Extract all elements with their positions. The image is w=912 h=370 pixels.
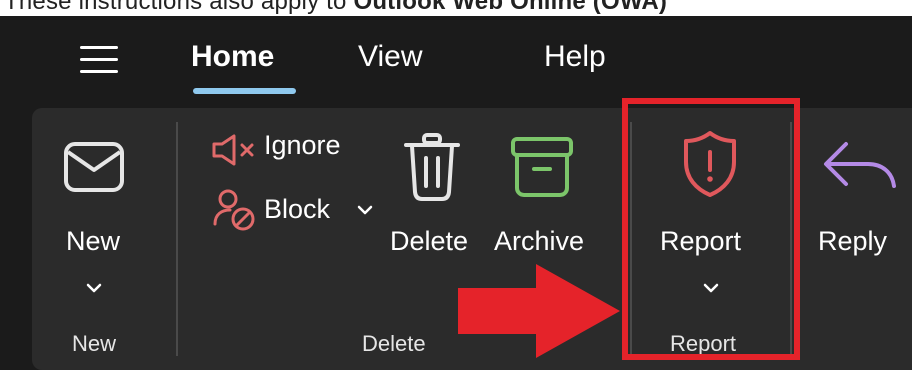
group-label-new: New	[72, 331, 117, 356]
chevron-down-icon	[86, 283, 102, 293]
caption-text: These instructions also apply to Outlook…	[4, 0, 667, 16]
selected-tab-underline	[193, 88, 296, 94]
ignore-label: Ignore	[264, 130, 341, 160]
report-label: Report	[660, 226, 742, 256]
caption-bold: Outlook Web Online (OWA)	[353, 0, 668, 15]
separator-new-delete	[176, 122, 178, 356]
reply-arrow-icon	[824, 142, 896, 188]
mail-envelope-icon	[64, 142, 124, 192]
block-sender-icon	[213, 189, 255, 231]
caption-strip: These instructions also apply to Outlook…	[0, 0, 912, 16]
top-bar: Home View Help	[0, 16, 912, 108]
tab-help[interactable]: Help	[544, 40, 606, 74]
tab-view[interactable]: View	[358, 40, 422, 74]
hamburger-menu-icon[interactable]	[80, 42, 120, 78]
group-label-delete: Delete	[362, 331, 426, 356]
shield-alert-icon	[684, 131, 736, 197]
trash-icon	[404, 133, 460, 201]
caption-prefix: These instructions also apply to	[4, 0, 354, 15]
new-button-label: New	[66, 226, 121, 256]
archive-label: Archive	[494, 226, 585, 256]
annotation-arrow-icon	[458, 264, 620, 358]
block-label: Block	[264, 194, 331, 224]
separator-report-reply	[790, 122, 792, 356]
reply-label: Reply	[818, 226, 888, 256]
separator-delete-report	[630, 122, 632, 356]
block-chevron-down-icon	[357, 205, 373, 215]
archive-box-icon	[511, 137, 573, 197]
speaker-mute-icon	[212, 134, 254, 166]
report-chevron-down-icon	[703, 283, 719, 293]
delete-label: Delete	[390, 226, 469, 256]
group-label-report: Report	[670, 331, 737, 356]
tab-home[interactable]: Home	[191, 40, 274, 74]
